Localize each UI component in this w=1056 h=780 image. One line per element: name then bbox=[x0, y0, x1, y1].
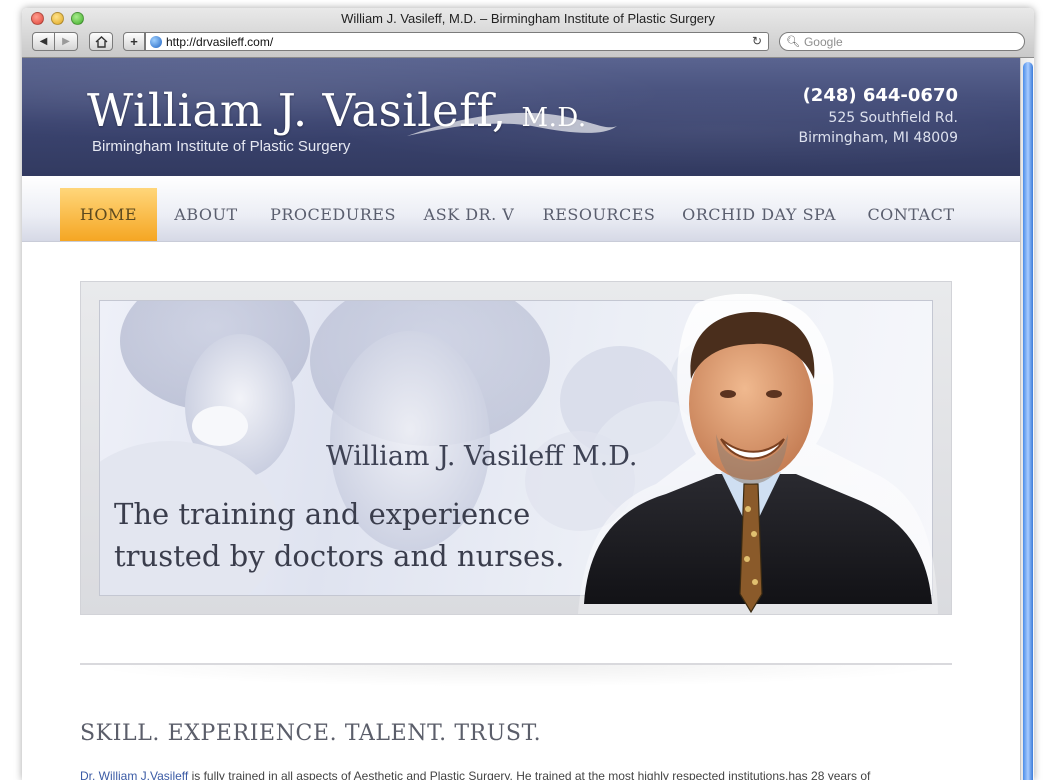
back-button[interactable]: ◀ bbox=[32, 32, 55, 51]
logo-swoosh-icon bbox=[407, 112, 617, 136]
vertical-scrollbar[interactable] bbox=[1020, 58, 1034, 780]
back-arrow-icon: ◀ bbox=[39, 36, 48, 47]
address-line1: 525 Southfield Rd. bbox=[828, 110, 958, 126]
add-bookmark-button[interactable]: + bbox=[123, 32, 145, 51]
hero-tagline-line1: The training and experience bbox=[114, 497, 531, 531]
nav-item-orchid-day-spa[interactable]: ORCHID DAY SPA bbox=[676, 188, 842, 241]
forward-button[interactable]: ▶ bbox=[55, 32, 78, 51]
intro-text: is fully trained in all aspects of Aesth… bbox=[188, 769, 871, 780]
reload-icon[interactable]: ↻ bbox=[752, 34, 762, 48]
nav-item-about[interactable]: ABOUT bbox=[160, 188, 252, 241]
search-placeholder: Google bbox=[803, 34, 843, 49]
nav-item-resources[interactable]: RESOURCES bbox=[538, 188, 660, 241]
globe-icon bbox=[150, 35, 162, 48]
logo-subtitle: Birmingham Institute of Plastic Surgery bbox=[92, 138, 351, 155]
browser-titlebar: William J. Vasileff, M.D. – Birmingham I… bbox=[22, 8, 1034, 58]
home-button[interactable] bbox=[89, 32, 113, 51]
address-line2: Birmingham, MI 48009 bbox=[798, 130, 958, 146]
nav-item-ask-dr-v[interactable]: ASK DR. V bbox=[417, 188, 521, 241]
section-title: SKILL. EXPERIENCE. TALENT. TRUST. bbox=[80, 721, 542, 746]
site-header: William J. Vasileff, M.D. Birmingham Ins… bbox=[22, 58, 1020, 176]
plus-icon: + bbox=[130, 34, 138, 49]
main-nav: HOME ABOUT PROCEDURES ASK DR. V RESOURCE… bbox=[22, 176, 1020, 242]
nav-item-contact[interactable]: CONTACT bbox=[858, 188, 964, 241]
divider-shadow bbox=[80, 665, 952, 687]
search-field[interactable]: 🔍︎ Google bbox=[779, 32, 1025, 51]
window-title: William J. Vasileff, M.D. – Birmingham I… bbox=[341, 11, 715, 26]
address-bar[interactable]: http://drvasileff.com/ ↻ bbox=[145, 32, 769, 51]
page-viewport: William J. Vasileff, M.D. Birmingham Ins… bbox=[22, 58, 1034, 780]
intro-paragraph: Dr. William J.Vasileff is fully trained … bbox=[80, 769, 960, 780]
forward-arrow-icon: ▶ bbox=[62, 36, 70, 47]
phone-number[interactable]: (248) 644-0670 bbox=[803, 85, 958, 106]
scrollbar-thumb[interactable] bbox=[1023, 62, 1033, 780]
history-buttons: ◀ ▶ bbox=[32, 32, 78, 51]
nav-item-home[interactable]: HOME bbox=[60, 188, 157, 241]
url-text: http://drvasileff.com/ bbox=[166, 34, 274, 49]
home-icon bbox=[95, 35, 107, 48]
doctor-portrait bbox=[578, 294, 938, 614]
nav-item-procedures[interactable]: PROCEDURES bbox=[260, 188, 406, 241]
search-icon: 🔍︎ bbox=[786, 36, 800, 48]
doctor-name-link[interactable]: Dr. William J.Vasileff bbox=[80, 769, 188, 780]
hero-tagline-line2: trusted by doctors and nurses. bbox=[114, 539, 565, 573]
browser-window: William J. Vasileff, M.D. – Birmingham I… bbox=[22, 8, 1034, 780]
